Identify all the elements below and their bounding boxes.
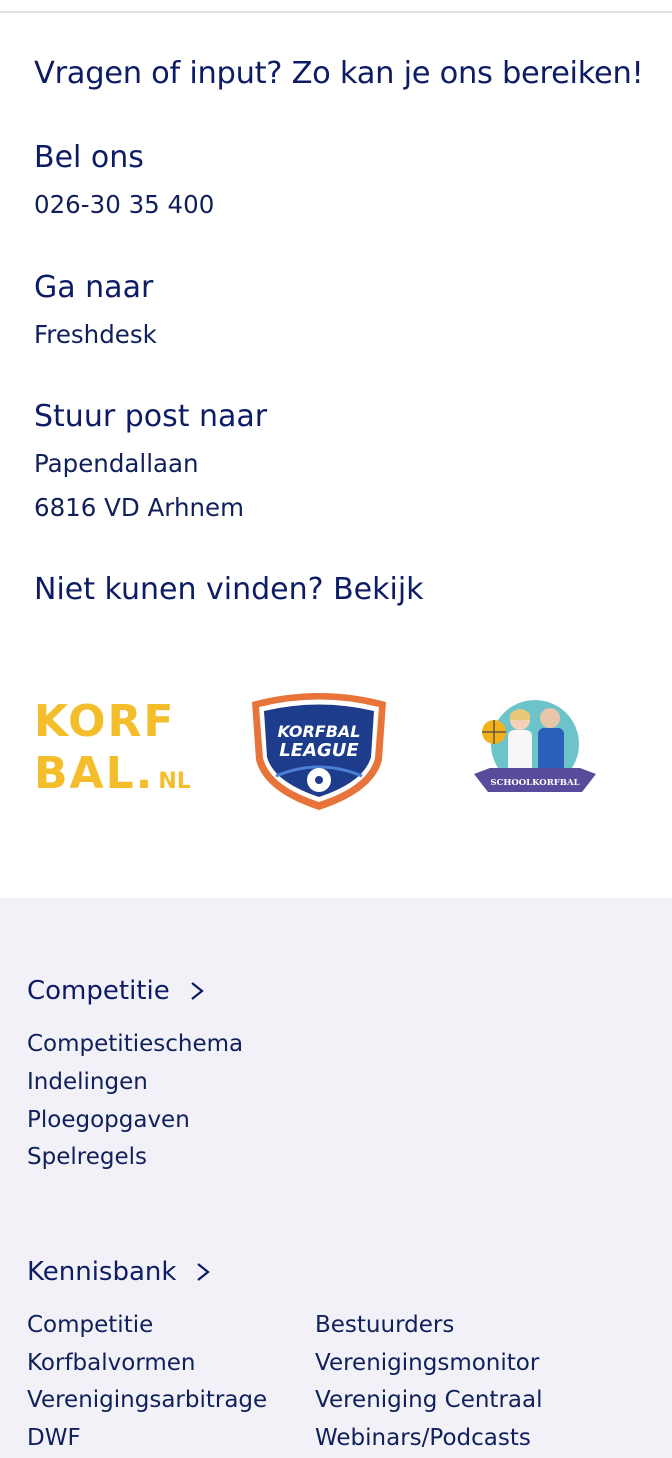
footer-competitie-title: Competitie [27, 976, 170, 1006]
league-text-1: KORFBAL [278, 722, 361, 741]
footer-link-indelingen[interactable]: Indelingen [27, 1069, 148, 1095]
footer-kennisbank-title: Kennisbank [27, 1257, 177, 1287]
not-found-link[interactable]: Niet kunen vinden? Bekijk [34, 572, 424, 607]
footer-link-bestuurders[interactable]: Bestuurders [315, 1312, 454, 1338]
korfbal-logo-nl: NL [158, 769, 191, 794]
post-street: Papendallaan [34, 449, 199, 478]
korfbal-league-shield-icon: KORFBAL LEAGUE [252, 693, 386, 810]
korfbal-logo-line2: BAL. NL [34, 752, 191, 804]
footer-competitie-heading[interactable]: Competitie [27, 976, 206, 1006]
top-divider [0, 0, 672, 13]
korfbal-logo-bal: BAL. [34, 748, 155, 799]
goto-title: Ga naar [34, 270, 154, 305]
korfbal-logo-line1: KORF [34, 696, 176, 747]
partner-logos: KORF BAL. NL KORFBAL LEAGUE SCHOOLKORFBAL [0, 660, 672, 840]
korfbal-league-logo[interactable]: KORFBAL LEAGUE [246, 688, 392, 812]
footer-link-vereniging-centraal[interactable]: Vereniging Centraal [315, 1387, 542, 1413]
footer-link-verenigingsarbitrage[interactable]: Verenigingsarbitrage [27, 1387, 267, 1413]
freshdesk-link[interactable]: Freshdesk [34, 320, 157, 349]
footer-link-competitie[interactable]: Competitie [27, 1312, 153, 1338]
footer-link-dwf[interactable]: DWF [27, 1425, 81, 1451]
phone-link[interactable]: 026-30 35 400 [34, 190, 214, 219]
korfbal-nl-logo[interactable]: KORF BAL. NL [34, 696, 191, 810]
call-title: Bel ons [34, 140, 144, 175]
league-text-2: LEAGUE [279, 740, 359, 761]
footer-link-ploegopgaven[interactable]: Ploegopgaven [27, 1107, 190, 1133]
contact-heading: Vragen of input? Zo kan je ons bereiken! [34, 56, 644, 91]
chevron-right-icon [191, 982, 204, 1000]
post-title: Stuur post naar [34, 399, 268, 434]
schoolkorfbal-logo[interactable]: SCHOOLKORFBAL [470, 692, 600, 808]
footer-kennisbank-heading[interactable]: Kennisbank [27, 1257, 212, 1287]
schoolkorfbal-emblem-icon: SCHOOLKORFBAL [474, 700, 596, 792]
site-footer: Competitie Competitieschema Indelingen P… [0, 898, 672, 1458]
footer-link-korfbalvormen[interactable]: Korfbalvormen [27, 1350, 196, 1376]
footer-link-webinars-podcasts[interactable]: Webinars/Podcasts [315, 1425, 531, 1451]
schoolkorfbal-text: SCHOOLKORFBAL [490, 778, 579, 788]
footer-link-verenigingsmonitor[interactable]: Verenigingsmonitor [315, 1350, 539, 1376]
footer-link-competitieschema[interactable]: Competitieschema [27, 1031, 243, 1057]
chevron-right-icon [197, 1263, 211, 1281]
footer-link-spelregels[interactable]: Spelregels [27, 1144, 147, 1170]
post-city: 6816 VD Arhnem [34, 493, 244, 522]
